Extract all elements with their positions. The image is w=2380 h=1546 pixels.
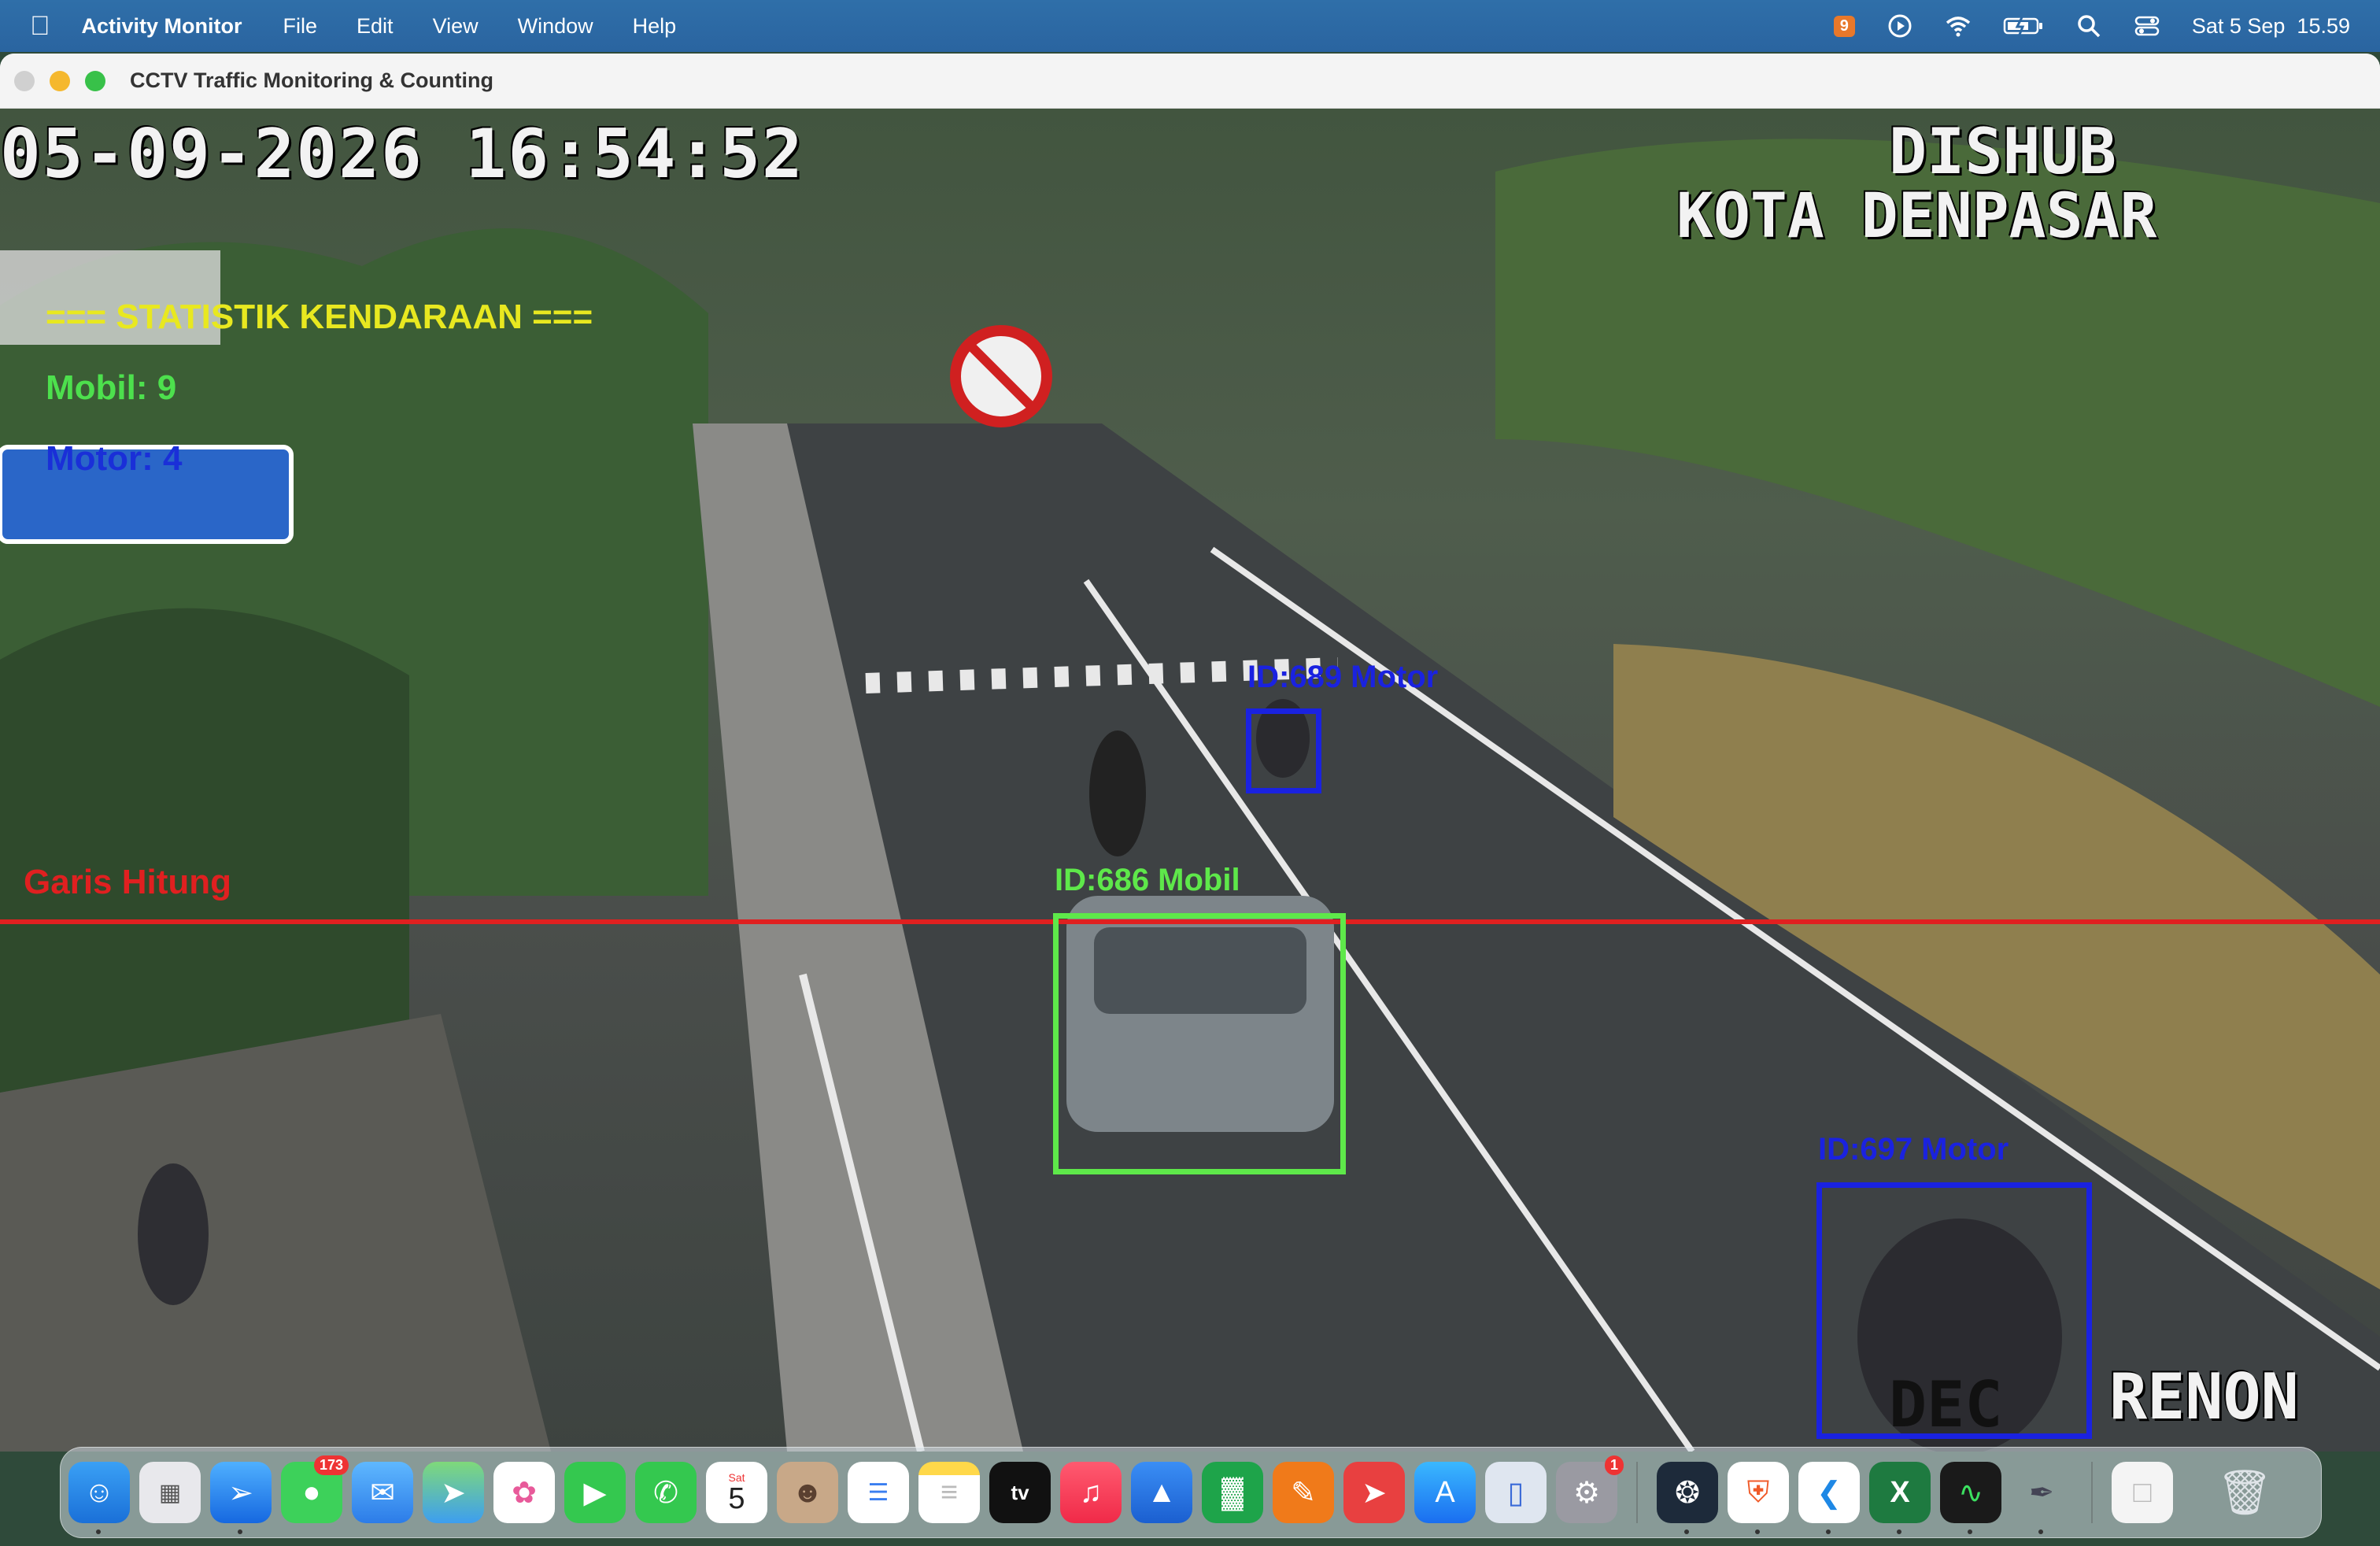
menubar-clock[interactable]: Sat 5 Sep 15.59: [2192, 14, 2350, 39]
calendar-icon[interactable]: Sat 5: [706, 1462, 767, 1523]
brave-icon[interactable]: ⛨: [1728, 1462, 1789, 1534]
zoom-window-button[interactable]: [85, 70, 105, 91]
tv-icon[interactable]: tv: [989, 1462, 1051, 1523]
menu-view[interactable]: View: [433, 14, 479, 39]
safari-icon[interactable]: ➢: [210, 1462, 272, 1534]
settings-badge: 1: [1604, 1455, 1624, 1475]
menu-file[interactable]: File: [283, 14, 318, 39]
keynote-icon[interactable]: ▲: [1131, 1462, 1192, 1523]
pages-icon[interactable]: ✎: [1273, 1462, 1334, 1523]
app-store-icon[interactable]: A: [1414, 1462, 1476, 1523]
iphone-mirroring-icon[interactable]: ▯: [1485, 1462, 1547, 1523]
window-title: CCTV Traffic Monitoring & Counting: [130, 68, 493, 92]
document-icon[interactable]: □: [2112, 1462, 2173, 1523]
stats-motor-count: Motor: 4: [46, 439, 183, 478]
contacts-icon[interactable]: ☻: [777, 1462, 838, 1523]
cctv-video-feed: 05-09-2026 16:54:52 DISHUB KOTA DENPASAR…: [0, 109, 2380, 1452]
messages-badge: 173: [313, 1455, 349, 1475]
finder-icon[interactable]: ☺: [68, 1462, 130, 1534]
chatgpt-icon[interactable]: ❂: [1657, 1462, 1718, 1534]
detection-box-motor-689: [1246, 708, 1321, 793]
camera-watermark-title: DISHUB: [1889, 115, 2116, 188]
stats-mobil-count: Mobil: 9: [46, 368, 177, 407]
detection-label-motor-689: ID:689 Motor: [1247, 660, 1439, 694]
detection-label-mobil-686: ID:686 Mobil: [1055, 863, 1240, 897]
close-window-button[interactable]: [14, 70, 35, 91]
menu-window[interactable]: Window: [518, 14, 593, 39]
dock-separator: [1636, 1462, 1638, 1523]
calendar-date: 5: [728, 1482, 745, 1515]
control-center-icon[interactable]: [2134, 13, 2160, 39]
menu-edit[interactable]: Edit: [357, 14, 394, 39]
status-area: 9 Sat 5 Sep 15.59: [1833, 13, 2350, 39]
detection-box-motor-697: [1816, 1182, 2092, 1439]
notification-badge-icon[interactable]: 9: [1833, 15, 1855, 37]
detection-box-mobil-686: [1053, 913, 1346, 1174]
minimize-window-button[interactable]: [50, 70, 70, 91]
pen-icon[interactable]: ✒: [2011, 1462, 2072, 1534]
camera-location-label: RENON: [2109, 1360, 2299, 1433]
menu-help[interactable]: Help: [633, 14, 677, 39]
photos-icon[interactable]: ✿: [493, 1462, 555, 1523]
launchpad-icon[interactable]: ▦: [139, 1462, 201, 1523]
play-circle-icon[interactable]: [1887, 13, 1913, 39]
notes-icon[interactable]: ≡: [918, 1462, 980, 1523]
search-icon[interactable]: [2075, 13, 2102, 39]
wifi-icon[interactable]: [1945, 13, 1972, 39]
menu-bar:  Activity Monitor File Edit View Window…: [0, 0, 2380, 52]
detection-label-motor-697: ID:697 Motor: [1818, 1132, 2009, 1167]
apple-menu-icon[interactable]: : [30, 11, 50, 42]
reminders-icon[interactable]: ☰: [848, 1462, 909, 1523]
camera-timestamp: 05-09-2026 16:54:52: [0, 115, 804, 194]
vscode-icon[interactable]: ❮: [1798, 1462, 1860, 1534]
menu-app-name[interactable]: Activity Monitor: [82, 14, 242, 39]
battery-icon[interactable]: [2003, 13, 2044, 39]
maps-icon[interactable]: ➤: [423, 1462, 484, 1523]
dock-separator-2: [2091, 1462, 2093, 1523]
window-titlebar[interactable]: CCTV Traffic Monitoring & Counting: [0, 54, 2380, 109]
excel-icon[interactable]: X: [1869, 1462, 1931, 1534]
rocket-icon[interactable]: ➤: [1343, 1462, 1405, 1523]
numbers-icon[interactable]: ▓: [1202, 1462, 1263, 1523]
app-window: CCTV Traffic Monitoring & Counting 05-09…: [0, 54, 2380, 1452]
phone-icon[interactable]: ✆: [635, 1462, 697, 1523]
mail-icon[interactable]: ✉: [352, 1462, 413, 1523]
trash-icon[interactable]: 🗑: [2214, 1462, 2275, 1523]
system-settings-icon[interactable]: ⚙ 1: [1556, 1455, 1624, 1523]
stats-title: === STATISTIK KENDARAAN ===: [46, 298, 593, 336]
music-icon[interactable]: ♫: [1060, 1462, 1122, 1523]
messages-icon[interactable]: ● 173: [281, 1455, 349, 1523]
dock: ☺ ▦ ➢ ● 173 ✉ ➤ ✿ ▶ ✆ Sat 5 ☻ ☰ ≡ tv ♫ ▲ …: [60, 1447, 2322, 1538]
counting-line-label: Garis Hitung: [24, 863, 232, 901]
activity-monitor-icon[interactable]: ∿: [1940, 1462, 2001, 1534]
camera-watermark-subtitle: KOTA DENPASAR: [1676, 181, 2157, 252]
facetime-icon[interactable]: ▶: [564, 1462, 626, 1523]
